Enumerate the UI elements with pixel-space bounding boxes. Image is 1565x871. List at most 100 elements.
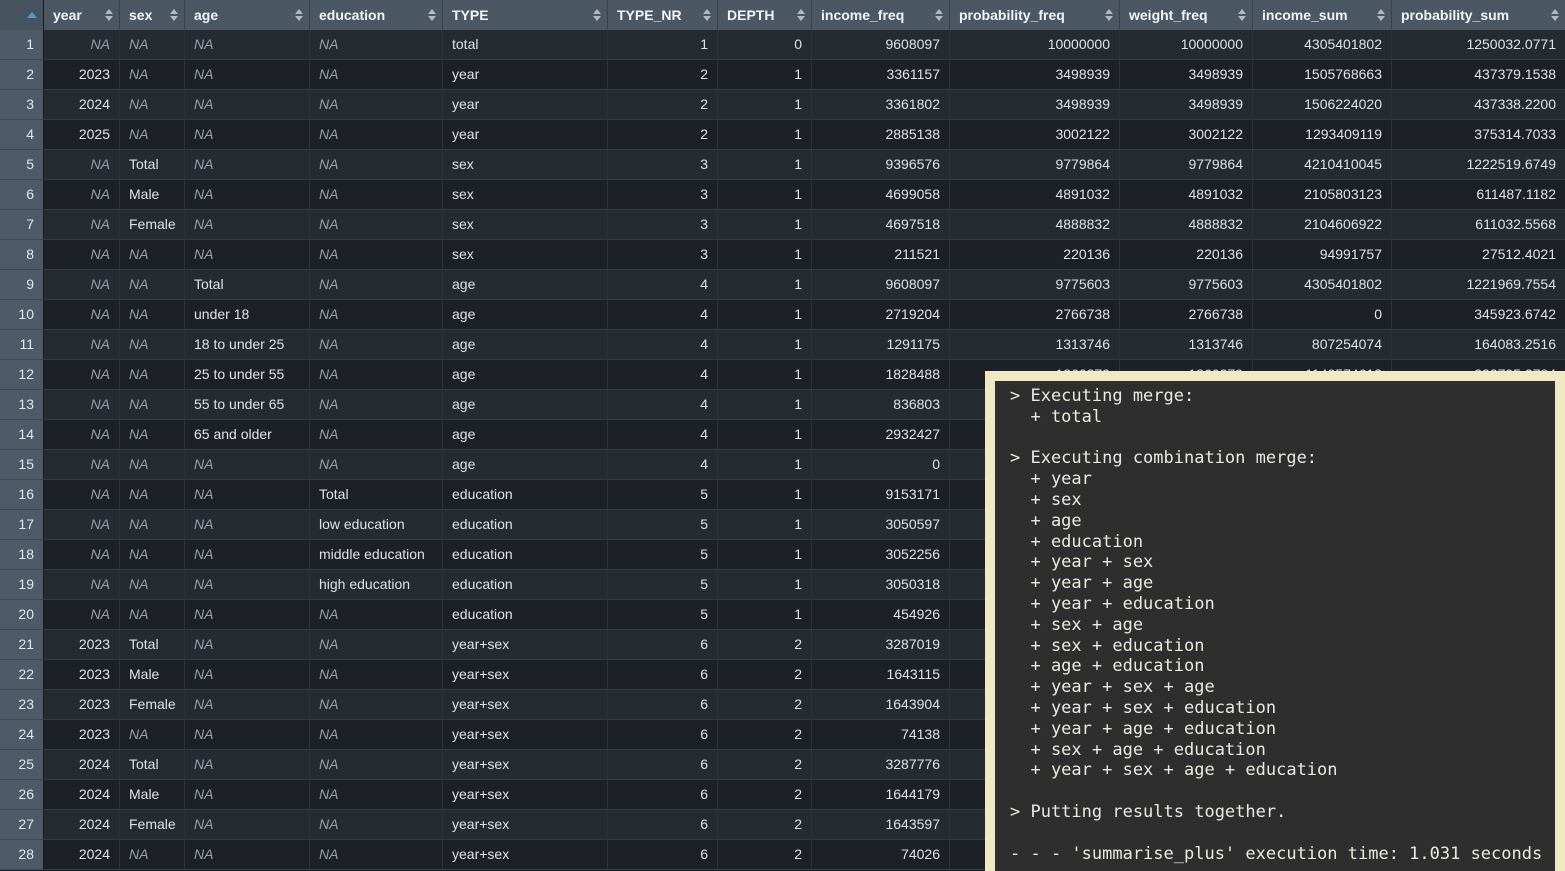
sort-icon <box>1551 9 1559 21</box>
row-number: 7 <box>0 210 44 240</box>
cell-year: NA <box>44 360 120 390</box>
cell-sex: NA <box>120 840 185 870</box>
cell-income_freq: 3361802 <box>812 90 950 120</box>
cell-DEPTH: 2 <box>718 780 812 810</box>
cell-TYPE_NR: 4 <box>608 450 718 480</box>
cell-probability_sum: 611032.5568 <box>1392 210 1565 240</box>
row-number: 15 <box>0 450 44 480</box>
row-number: 5 <box>0 150 44 180</box>
cell-sex: NA <box>120 240 185 270</box>
cell-TYPE_NR: 4 <box>608 360 718 390</box>
cell-TYPE: education <box>443 600 608 630</box>
cell-age: NA <box>185 750 310 780</box>
sort-icon <box>935 9 943 21</box>
cell-education: NA <box>310 210 443 240</box>
console-line: + year + sex + education <box>1010 698 1555 719</box>
cell-age: NA <box>185 480 310 510</box>
cell-weight_freq: 220136 <box>1120 240 1253 270</box>
cell-year: NA <box>44 330 120 360</box>
sort-icon <box>1105 9 1113 21</box>
cell-education: NA <box>310 720 443 750</box>
cell-year: 2023 <box>44 630 120 660</box>
table-row: 10NANAunder 18NAage412719204276673827667… <box>0 300 1565 330</box>
cell-age: 55 to under 65 <box>185 390 310 420</box>
cell-probability_freq: 10000000 <box>950 30 1120 60</box>
column-header-age[interactable]: age <box>185 0 310 30</box>
cell-DEPTH: 1 <box>718 150 812 180</box>
row-number: 14 <box>0 420 44 450</box>
column-header-income_sum[interactable]: income_sum <box>1253 0 1392 30</box>
column-header-income_freq[interactable]: income_freq <box>812 0 950 30</box>
cell-TYPE: total <box>443 30 608 60</box>
cell-age: NA <box>185 840 310 870</box>
column-header-education[interactable]: education <box>310 0 443 30</box>
cell-TYPE: sex <box>443 210 608 240</box>
row-number: 12 <box>0 360 44 390</box>
cell-income_freq: 74026 <box>812 840 950 870</box>
cell-weight_freq: 3002122 <box>1120 120 1253 150</box>
cell-DEPTH: 2 <box>718 630 812 660</box>
cell-income_sum: 1505768663 <box>1253 60 1392 90</box>
cell-age: under 18 <box>185 300 310 330</box>
cell-DEPTH: 1 <box>718 270 812 300</box>
cell-income_sum: 2104606922 <box>1253 210 1392 240</box>
cell-year: 2023 <box>44 720 120 750</box>
column-header-label: year <box>53 7 82 23</box>
column-header-weight_freq[interactable]: weight_freq <box>1120 0 1253 30</box>
cell-income_freq: 1291175 <box>812 330 950 360</box>
cell-probability_sum: 1221969.7554 <box>1392 270 1565 300</box>
cell-sex: NA <box>120 90 185 120</box>
row-number: 3 <box>0 90 44 120</box>
column-header-TYPE[interactable]: TYPE <box>443 0 608 30</box>
cell-sex: NA <box>120 300 185 330</box>
column-header-label: probability_sum <box>1401 7 1509 23</box>
cell-weight_freq: 1313746 <box>1120 330 1253 360</box>
column-header-probability_freq[interactable]: probability_freq <box>950 0 1120 30</box>
cell-TYPE: education <box>443 480 608 510</box>
cell-age: NA <box>185 180 310 210</box>
cell-age: NA <box>185 450 310 480</box>
cell-TYPE: sex <box>443 180 608 210</box>
cell-DEPTH: 1 <box>718 510 812 540</box>
cell-DEPTH: 1 <box>718 540 812 570</box>
cell-income_freq: 454926 <box>812 600 950 630</box>
cell-sex: NA <box>120 30 185 60</box>
cell-DEPTH: 1 <box>718 210 812 240</box>
cell-TYPE_NR: 5 <box>608 510 718 540</box>
console-line: + year <box>1010 469 1555 490</box>
cell-DEPTH: 1 <box>718 600 812 630</box>
cell-age: NA <box>185 630 310 660</box>
cell-DEPTH: 2 <box>718 810 812 840</box>
cell-age: NA <box>185 120 310 150</box>
row-number: 27 <box>0 810 44 840</box>
cell-DEPTH: 1 <box>718 240 812 270</box>
row-number: 18 <box>0 540 44 570</box>
cell-year: NA <box>44 450 120 480</box>
cell-TYPE: year+sex <box>443 690 608 720</box>
column-header-TYPE_NR[interactable]: TYPE_NR <box>608 0 718 30</box>
cell-age: NA <box>185 90 310 120</box>
cell-DEPTH: 1 <box>718 390 812 420</box>
column-header-year[interactable]: year <box>44 0 120 30</box>
column-header-rownumber[interactable] <box>0 0 44 30</box>
cell-age: NA <box>185 660 310 690</box>
cell-TYPE_NR: 6 <box>608 690 718 720</box>
cell-TYPE_NR: 1 <box>608 30 718 60</box>
cell-TYPE: age <box>443 420 608 450</box>
column-header-sex[interactable]: sex <box>120 0 185 30</box>
column-header-probability_sum[interactable]: probability_sum <box>1392 0 1565 30</box>
cell-income_freq: 3287019 <box>812 630 950 660</box>
column-header-label: sex <box>129 7 152 23</box>
table-row: 22023NANANAyear2133611573498939349893915… <box>0 60 1565 90</box>
column-header-DEPTH[interactable]: DEPTH <box>718 0 812 30</box>
cell-age: NA <box>185 210 310 240</box>
column-header-label: TYPE_NR <box>617 7 682 23</box>
cell-education: NA <box>310 660 443 690</box>
cell-weight_freq: 4888832 <box>1120 210 1253 240</box>
cell-sex: NA <box>120 510 185 540</box>
row-number: 1 <box>0 30 44 60</box>
cell-TYPE_NR: 4 <box>608 420 718 450</box>
cell-income_sum: 2105803123 <box>1253 180 1392 210</box>
cell-education: NA <box>310 270 443 300</box>
cell-DEPTH: 2 <box>718 690 812 720</box>
